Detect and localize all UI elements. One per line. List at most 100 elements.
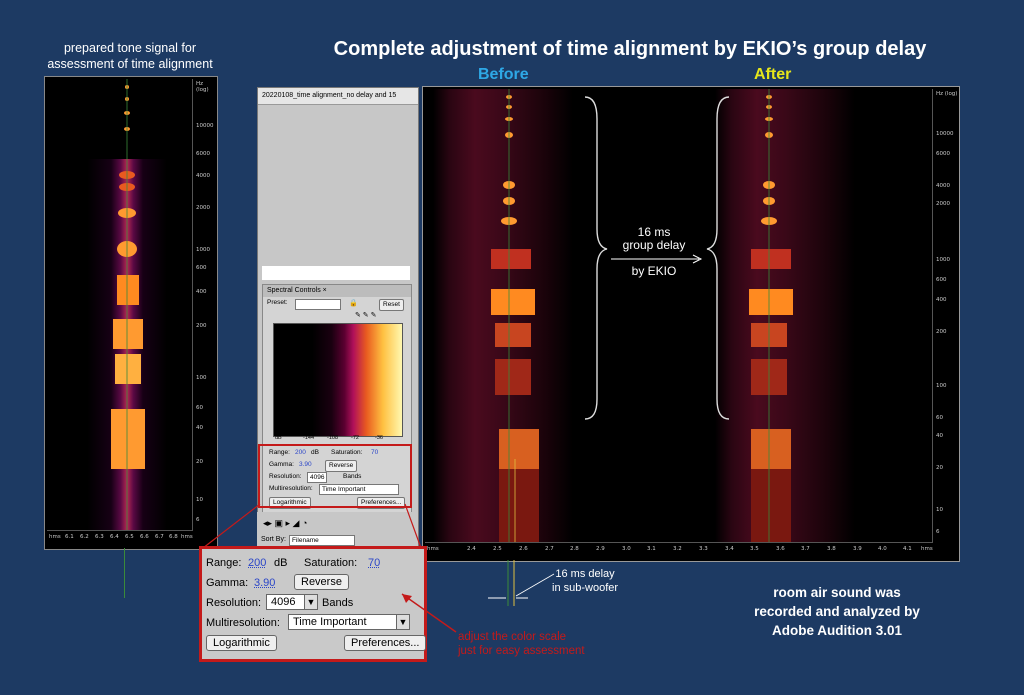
time-tick: hms xyxy=(427,546,439,552)
time-tick: hms xyxy=(49,534,61,540)
room-sound-spectrogram: Hz (log) 10000 6000 4000 2000 1000 600 4… xyxy=(422,86,960,562)
tone-freq-axis: Hz (log) 10000 6000 4000 2000 1000 600 4… xyxy=(192,79,217,531)
gamma-value[interactable]: 3.90 xyxy=(254,577,275,589)
time-tick: 3.5 xyxy=(750,546,759,552)
scale-tick: -72 xyxy=(351,435,359,441)
resolution-label: Resolution: xyxy=(206,597,262,609)
group-delay-line2: group delay xyxy=(622,238,686,252)
scale-tick: -36 xyxy=(375,435,383,441)
reset-button[interactable]: Reset xyxy=(379,299,404,311)
range-unit: dB xyxy=(274,557,288,569)
freq-tick: 4000 xyxy=(196,173,210,179)
time-tick: 6.1 xyxy=(65,534,74,540)
freq-axis-label: Hz (log) xyxy=(196,81,209,93)
before-label: Before xyxy=(478,66,529,83)
freq-tick: 600 xyxy=(196,265,207,271)
left-caption-line2: assessment of time alignment xyxy=(47,57,213,71)
freq-tick: 200 xyxy=(196,323,207,329)
preset-label: Preset: xyxy=(267,299,288,306)
time-tick: 3.0 xyxy=(622,546,631,552)
eyedropper-icon[interactable]: ✎ ✎ ✎ xyxy=(355,311,377,319)
time-tick: 3.3 xyxy=(699,546,708,552)
freq-tick: 6 xyxy=(936,529,940,535)
freq-tick: 100 xyxy=(936,383,947,389)
time-tick: 3.2 xyxy=(673,546,682,552)
time-tick: 3.4 xyxy=(725,546,734,552)
multires-select[interactable]: Time Important xyxy=(288,614,398,630)
gamma-label: Gamma: xyxy=(206,577,249,589)
bands-label: Bands xyxy=(322,597,354,609)
freq-axis-label: Hz (log) xyxy=(936,91,958,97)
time-tick: 6.7 xyxy=(155,534,164,540)
freq-tick: 2000 xyxy=(196,205,210,211)
tone-spectrogram-image xyxy=(47,79,193,531)
adjust-color-note: adjust the color scale just for easy ass… xyxy=(458,630,585,658)
time-tick: 3.7 xyxy=(801,546,810,552)
time-tick: 2.7 xyxy=(545,546,554,552)
scale-tick: -144 xyxy=(303,435,315,441)
freq-tick: 400 xyxy=(196,289,207,295)
preferences-button[interactable]: Preferences... xyxy=(344,635,427,651)
tone-time-axis: hms 6.1 6.2 6.3 6.4 6.5 6.6 6.7 6.8 hms xyxy=(47,530,193,549)
panel-blank-area xyxy=(262,266,410,280)
saturation-label: Saturation: xyxy=(304,557,358,569)
left-caption-line1: prepared tone signal for xyxy=(63,41,197,55)
time-tick: 4.1 xyxy=(903,546,912,552)
tab-label: Spectral Controls xyxy=(267,287,321,294)
preset-select[interactable] xyxy=(295,299,341,310)
tone-spectrogram-plot xyxy=(47,79,193,531)
recorded-line2: recorded and analyzed by xyxy=(754,604,920,619)
close-icon[interactable]: × xyxy=(323,287,327,294)
delay-note: 16 ms delay in sub-woofer xyxy=(552,567,618,595)
lock-icon[interactable]: 🔒 xyxy=(349,299,358,307)
range-value[interactable]: 200 xyxy=(248,557,266,569)
freq-tick: 10000 xyxy=(196,123,214,129)
freq-tick: 60 xyxy=(936,415,943,421)
scale-tick: dB xyxy=(275,435,282,441)
after-label: After xyxy=(754,66,792,83)
freq-tick: 10 xyxy=(936,507,943,513)
file-name-bar[interactable]: 20220108_time alignment_no delay and 15 xyxy=(258,88,418,105)
chevron-down-icon[interactable]: ▼ xyxy=(304,594,318,610)
multires-label: Multiresolution: xyxy=(206,617,280,629)
freq-tick: 40 xyxy=(936,433,943,439)
page-title: Complete adjustment of time alignment by… xyxy=(333,38,927,60)
freq-tick: 6000 xyxy=(196,151,210,157)
time-tick: 6.2 xyxy=(80,534,89,540)
recorded-line3: Adobe Audition 3.01 xyxy=(771,623,902,638)
time-tick: 6.6 xyxy=(140,534,149,540)
time-tick: 2.4 xyxy=(467,546,476,552)
time-tick: 6.3 xyxy=(95,534,104,540)
group-delay-text: 16 ms group delay xyxy=(604,226,704,252)
reverse-button[interactable]: Reverse xyxy=(294,574,349,590)
time-tick: 3.1 xyxy=(647,546,656,552)
time-tick: 2.6 xyxy=(519,546,528,552)
freq-tick: 60 xyxy=(196,405,203,411)
time-tick: 3.8 xyxy=(827,546,836,552)
delay-note-line2: in sub-woofer xyxy=(552,582,619,594)
time-tick: 3.9 xyxy=(853,546,862,552)
time-tick: 2.5 xyxy=(493,546,502,552)
time-tick: 3.6 xyxy=(776,546,785,552)
logarithmic-button[interactable]: Logarithmic xyxy=(206,635,277,651)
freq-tick: 1000 xyxy=(196,247,210,253)
freq-tick: 200 xyxy=(936,329,947,335)
highlight-box-small xyxy=(258,444,412,508)
by-ekio-text: by EKIO xyxy=(631,264,677,278)
tone-signal-spectrogram: Hz (log) 10000 6000 4000 2000 1000 600 4… xyxy=(44,76,218,550)
tab-spectral-controls[interactable]: Spectral Controls × xyxy=(263,285,411,297)
freq-tick: 1000 xyxy=(936,257,950,263)
freq-tick: 2000 xyxy=(936,201,950,207)
freq-tick: 10000 xyxy=(936,131,954,137)
freq-tick: 20 xyxy=(936,465,943,471)
recorded-note: room air sound was recorded and analyzed… xyxy=(724,583,950,640)
saturation-value[interactable]: 70 xyxy=(368,557,380,569)
adjust-arrow xyxy=(401,593,457,633)
adjust-note-line1: adjust the color scale xyxy=(458,631,567,643)
time-tick: 2.8 xyxy=(570,546,579,552)
time-tick: 6.5 xyxy=(125,534,134,540)
recorded-line1: room air sound was xyxy=(773,585,901,600)
delay-note-line1: 16 ms delay xyxy=(555,568,615,580)
freq-tick: 6000 xyxy=(936,151,950,157)
room-spectrogram-plot xyxy=(425,89,933,543)
